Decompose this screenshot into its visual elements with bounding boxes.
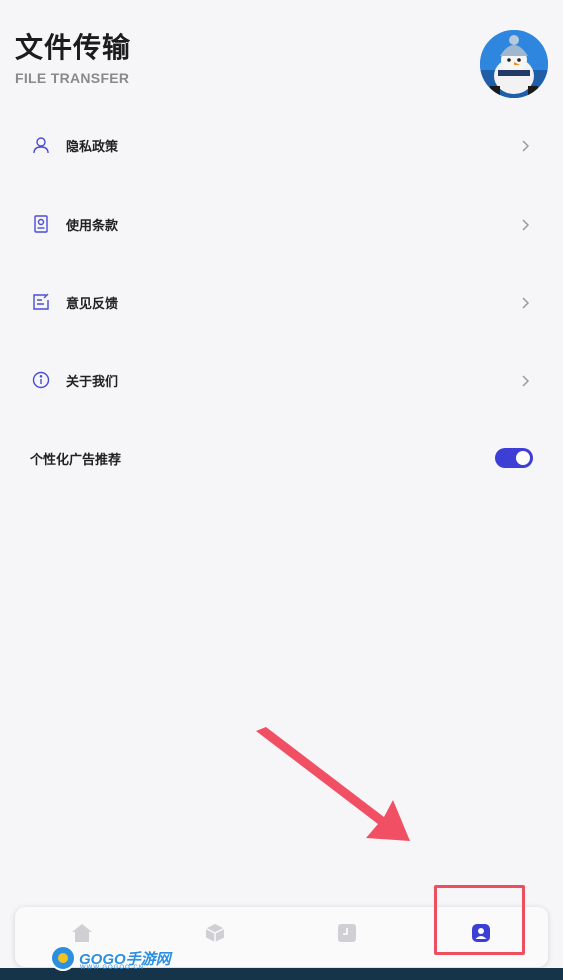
watermark-logo-icon bbox=[50, 945, 76, 971]
chevron-right-icon bbox=[519, 217, 531, 231]
person-icon bbox=[31, 135, 51, 155]
box-icon[interactable] bbox=[203, 921, 227, 945]
watermark-sub: WWW.GOGOO.CN bbox=[80, 965, 144, 971]
personalized-ads-row: 个性化广告推荐 bbox=[0, 428, 563, 488]
watermark: GOGO手游网 WWW.GOGOO.CN bbox=[50, 943, 171, 973]
clock-icon[interactable] bbox=[335, 921, 359, 945]
feedback-icon bbox=[31, 292, 51, 312]
header: 文件传输 FILE TRANSFER bbox=[0, 0, 563, 110]
personalized-ads-label: 个性化广告推荐 bbox=[30, 452, 122, 468]
chevron-right-icon bbox=[519, 373, 531, 387]
menu-item-feedback[interactable]: 意见反馈 bbox=[0, 272, 563, 332]
toggle-knob bbox=[516, 451, 530, 465]
page-subtitle: FILE TRANSFER bbox=[15, 70, 130, 86]
menu-item-about[interactable]: 关于我们 bbox=[0, 350, 563, 410]
document-icon bbox=[31, 214, 51, 234]
menu-item-label: 关于我们 bbox=[66, 374, 119, 390]
menu-item-terms[interactable]: 使用条款 bbox=[0, 194, 563, 254]
page-title: 文件传输 bbox=[15, 31, 132, 64]
chevron-right-icon bbox=[519, 295, 531, 309]
info-icon bbox=[31, 370, 51, 390]
personalized-ads-toggle[interactable] bbox=[495, 448, 533, 468]
menu-item-privacy[interactable]: 隐私政策 bbox=[0, 115, 563, 175]
highlight-box bbox=[434, 885, 525, 955]
menu-item-label: 使用条款 bbox=[66, 218, 119, 234]
menu-item-label: 隐私政策 bbox=[66, 139, 119, 155]
home-icon[interactable] bbox=[70, 921, 94, 945]
chevron-right-icon bbox=[519, 138, 531, 152]
menu-item-label: 意见反馈 bbox=[66, 296, 119, 312]
avatar[interactable] bbox=[480, 30, 548, 98]
